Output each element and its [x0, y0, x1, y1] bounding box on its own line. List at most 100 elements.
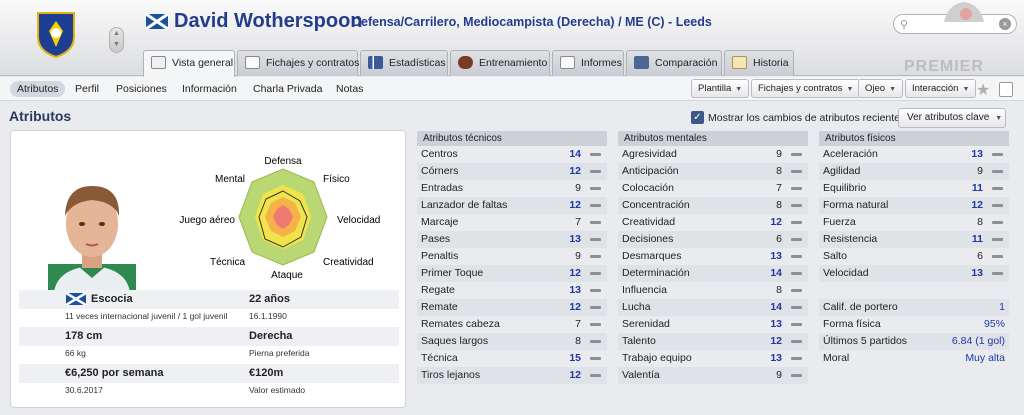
- no-change-icon: [590, 289, 601, 292]
- attribute-row[interactable]: Centros 14: [417, 146, 607, 163]
- attribute-row[interactable]: Córners 12: [417, 163, 607, 180]
- attribute-row[interactable]: Agresividad 9: [618, 146, 808, 163]
- dropdown-label: Fichajes y contratos: [758, 83, 843, 94]
- radar-label-defensa: Defensa: [264, 156, 302, 167]
- attribute-label: Valentía: [622, 369, 660, 381]
- nation[interactable]: Escocia: [91, 293, 133, 305]
- player-switch-arrows[interactable]: ▲ ▼: [109, 27, 124, 53]
- key-attributes-dropdown[interactable]: Ver atributos clave ▼: [898, 108, 1006, 128]
- attribute-value: 8: [575, 335, 581, 347]
- interaccion-dropdown[interactable]: Interacción ▼: [905, 79, 977, 98]
- attribute-row[interactable]: Talento 12: [618, 333, 808, 350]
- attribute-row[interactable]: Pases 13: [417, 231, 607, 248]
- notes-icon[interactable]: [999, 82, 1013, 97]
- no-change-icon: [590, 204, 601, 207]
- no-change-icon: [791, 204, 802, 207]
- wage: €6,250 por semana: [65, 367, 164, 379]
- subnav-atributos[interactable]: Atributos: [10, 81, 66, 97]
- attribute-label: Remates cabeza: [421, 318, 500, 330]
- tab-estadisticas[interactable]: Estadísticas: [360, 50, 448, 76]
- subnav-posiciones[interactable]: Posiciones: [109, 81, 174, 97]
- tab-vista-general[interactable]: Vista general: [143, 50, 235, 77]
- attribute-row[interactable]: Agilidad 9: [819, 163, 1009, 180]
- document-icon: [245, 56, 260, 69]
- attribute-row[interactable]: Marcaje 7: [417, 214, 607, 231]
- no-change-icon: [791, 357, 802, 360]
- attribute-row[interactable]: Anticipación 8: [618, 163, 808, 180]
- attribute-row[interactable]: Decisiones 6: [618, 231, 808, 248]
- no-change-icon: [590, 323, 601, 326]
- attribute-row[interactable]: Creatividad 12: [618, 214, 808, 231]
- attribute-row[interactable]: Técnica 15: [417, 350, 607, 367]
- attribute-value: 14: [770, 267, 782, 279]
- club-crest-icon[interactable]: [36, 11, 76, 59]
- fichajes-dropdown[interactable]: Fichajes y contratos ▼: [751, 79, 861, 98]
- tab-historia[interactable]: Historia: [724, 50, 794, 76]
- subnav-notas[interactable]: Notas: [329, 81, 370, 97]
- attribute-value: 9: [575, 250, 581, 262]
- no-change-icon: [791, 170, 802, 173]
- star-icon[interactable]: ★: [976, 80, 990, 100]
- report-icon: [560, 56, 575, 69]
- attribute-value: 12: [770, 335, 782, 347]
- attribute-row[interactable]: Entradas 9: [417, 180, 607, 197]
- attribute-row[interactable]: Regate 13: [417, 282, 607, 299]
- attribute-value: 9: [977, 165, 983, 177]
- chevron-down-icon: ▼: [846, 86, 854, 93]
- plantilla-dropdown[interactable]: Plantilla ▼: [691, 79, 750, 98]
- attribute-row[interactable]: Remate 12: [417, 299, 607, 316]
- no-change-icon: [791, 272, 802, 275]
- attribute-row[interactable]: Lucha 14: [618, 299, 808, 316]
- attribute-row[interactable]: Forma natural 12: [819, 197, 1009, 214]
- no-change-icon: [590, 340, 601, 343]
- attribute-row[interactable]: Valentía 9: [618, 367, 808, 384]
- subnav-perfil[interactable]: Perfil: [68, 81, 106, 97]
- tab-label: Estadísticas: [389, 57, 446, 69]
- subnav-charla-privada[interactable]: Charla Privada: [246, 81, 329, 97]
- attribute-row[interactable]: Velocidad 13: [819, 265, 1009, 282]
- estimated-value-label: Valor estimado: [249, 385, 306, 395]
- clear-search-icon[interactable]: ×: [999, 18, 1011, 30]
- attribute-value: 7: [575, 318, 581, 330]
- attribute-row[interactable]: Determinación 14: [618, 265, 808, 282]
- attribute-row[interactable]: Trabajo equipo 13: [618, 350, 808, 367]
- attribute-row[interactable]: Influencia 8: [618, 282, 808, 299]
- tab-fichajes-contratos[interactable]: Fichajes y contratos: [237, 50, 359, 76]
- attribute-label: Velocidad: [823, 267, 869, 279]
- attribute-row[interactable]: Lanzador de faltas 12: [417, 197, 607, 214]
- attribute-row[interactable]: Tiros lejanos 12: [417, 367, 607, 384]
- attribute-radar-chart: Defensa Físico Velocidad Creatividad Ata…: [179, 156, 380, 281]
- attribute-row[interactable]: Colocación 7: [618, 180, 808, 197]
- recent-changes-label[interactable]: Mostrar los cambios de atributos recient…: [708, 112, 905, 124]
- attribute-label: Córners: [421, 165, 459, 177]
- attribute-row[interactable]: Primer Toque 12: [417, 265, 607, 282]
- attribute-row[interactable]: Remates cabeza 7: [417, 316, 607, 333]
- attribute-row[interactable]: Fuerza 8: [819, 214, 1009, 231]
- no-change-icon: [791, 221, 802, 224]
- no-change-icon: [590, 357, 601, 360]
- summary-value[interactable]: 6.84 (1 gol): [952, 333, 1005, 350]
- attribute-row[interactable]: Equilibrio 11: [819, 180, 1009, 197]
- attribute-row[interactable]: Resistencia 11: [819, 231, 1009, 248]
- tab-entrenamiento[interactable]: Entrenamiento: [450, 50, 550, 76]
- attribute-label: Pases: [421, 233, 451, 245]
- subnav-informacion[interactable]: Información: [175, 81, 244, 97]
- attribute-row[interactable]: Salto 6: [819, 248, 1009, 265]
- attribute-row[interactable]: Concentración 8: [618, 197, 808, 214]
- attribute-row[interactable]: Aceleración 13: [819, 146, 1009, 163]
- section-title: Atributos: [9, 108, 72, 124]
- no-change-icon: [992, 221, 1003, 224]
- attribute-row[interactable]: Desmarques 13: [618, 248, 808, 265]
- attribute-label: Primer Toque: [421, 267, 484, 279]
- chevron-down-icon: ▼: [995, 115, 1003, 122]
- attribute-row[interactable]: Serenidad 13: [618, 316, 808, 333]
- recent-changes-checkbox[interactable]: ✓: [691, 111, 704, 124]
- radar-label-juego-aereo: Juego aéreo: [179, 215, 235, 226]
- player-position-club[interactable]: Defensa/Carrilero, Mediocampista (Derech…: [352, 15, 712, 29]
- attribute-row[interactable]: Penaltis 9: [417, 248, 607, 265]
- ojeo-dropdown[interactable]: Ojeo ▼: [858, 79, 904, 98]
- attribute-label: Salto: [823, 250, 847, 262]
- tab-informes[interactable]: Informes: [552, 50, 624, 76]
- tab-comparacion[interactable]: Comparación: [626, 50, 722, 76]
- attribute-row[interactable]: Saques largos 8: [417, 333, 607, 350]
